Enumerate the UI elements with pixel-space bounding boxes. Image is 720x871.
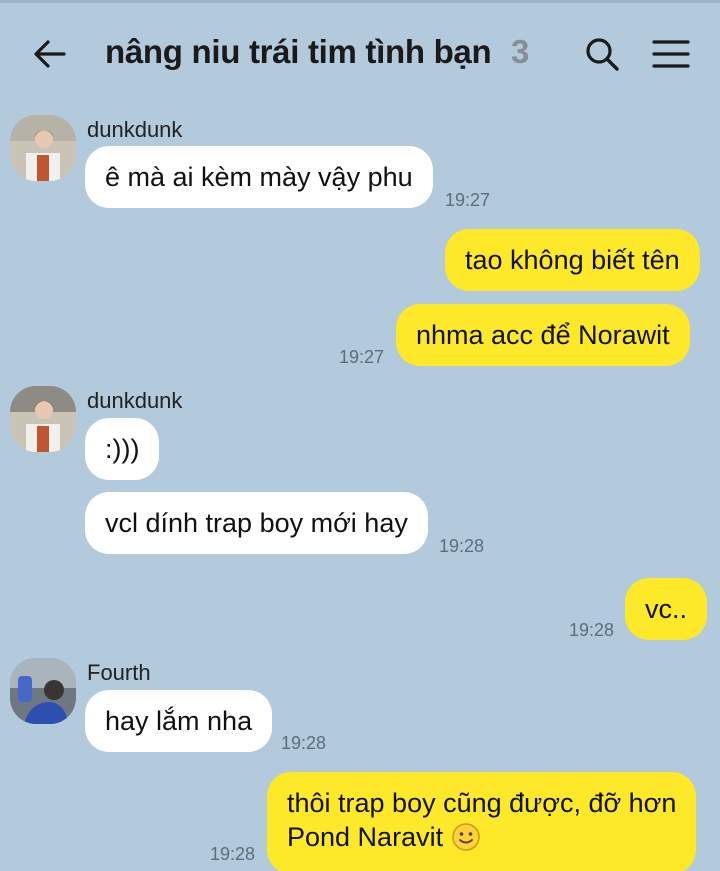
- message-line: thôi trap boy cũng được, đỡ hơn: [287, 788, 677, 818]
- back-button[interactable]: [30, 34, 70, 74]
- member-count: 3: [511, 33, 530, 70]
- message-time: 19:27: [445, 190, 491, 210]
- message-line-with-emoji: Pond Naravit: [287, 820, 676, 860]
- search-button[interactable]: [582, 34, 622, 74]
- message-time: 19:28: [569, 620, 615, 640]
- menu-icon: [652, 40, 690, 68]
- message-bubble-outgoing[interactable]: vc..: [625, 578, 708, 640]
- back-arrow-icon: [34, 40, 66, 68]
- avatar[interactable]: [10, 658, 76, 724]
- message-time: 19:28: [281, 733, 327, 753]
- chat-header: nâng niu trái tim tình bạn 3: [0, 3, 720, 98]
- message-line: Pond Naravit: [287, 822, 444, 852]
- search-icon: [586, 38, 619, 71]
- sender-name: dunkdunk: [87, 117, 183, 142]
- smile-emoji-icon: [451, 822, 481, 860]
- sender-name: dunkdunk: [87, 388, 183, 413]
- message-bubble-outgoing[interactable]: thôi trap boy cũng được, đỡ hơn Pond Nar…: [267, 772, 697, 871]
- message-bubble-incoming[interactable]: :))): [85, 418, 160, 480]
- message-bubble-incoming[interactable]: vcl dính trap boy mới hay: [85, 492, 428, 554]
- message-bubble-incoming[interactable]: hay lắm nha: [85, 690, 273, 752]
- message-bubble-outgoing[interactable]: tao không biết tên: [445, 229, 700, 291]
- message-bubble-outgoing[interactable]: nhma acc để Norawit: [396, 304, 690, 366]
- message-bubble-incoming[interactable]: ê mà ai kèm mày vậy phu: [85, 146, 433, 208]
- message-time: 19:28: [210, 844, 256, 864]
- chat-title: nâng niu trái tim tình bạn: [105, 33, 492, 70]
- menu-button[interactable]: [650, 34, 692, 74]
- message-time: 19:27: [339, 347, 385, 367]
- sender-name: Fourth: [87, 660, 151, 685]
- message-time: 19:28: [439, 536, 485, 556]
- avatar[interactable]: [10, 386, 76, 452]
- avatar[interactable]: [10, 115, 76, 181]
